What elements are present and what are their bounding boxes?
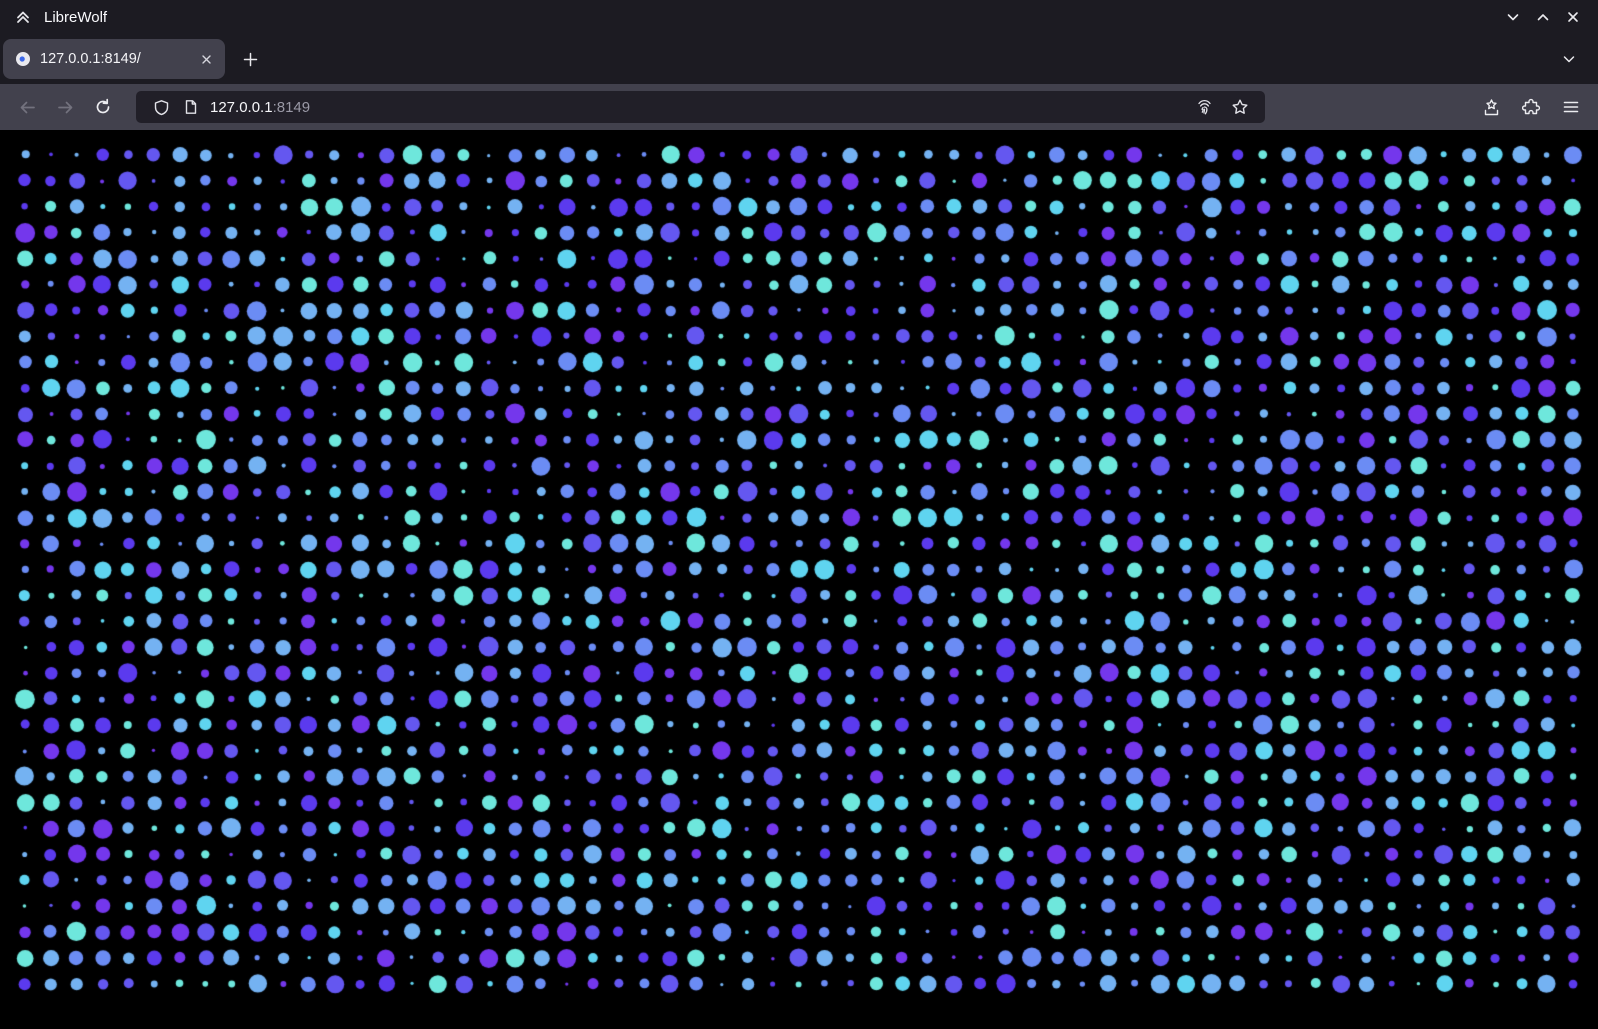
tab-title: 127.0.0.1:8149/: [40, 51, 186, 67]
page-content: [0, 130, 1598, 1029]
list-all-tabs-button[interactable]: [1552, 42, 1586, 76]
url-port: :8149: [273, 99, 311, 116]
browser-window: LibreWolf 127.0.0.1:8: [0, 0, 1598, 1029]
fingerprint-protection-icon[interactable]: [1189, 98, 1219, 117]
minimize-button[interactable]: [1498, 3, 1528, 31]
extensions-puzzle-icon[interactable]: [1514, 90, 1548, 124]
back-button[interactable]: [10, 90, 44, 124]
dot-pattern-canvas: [0, 130, 1598, 1029]
maximize-button[interactable]: [1528, 3, 1558, 31]
navigation-toolbar: 127.0.0.1:8149: [0, 84, 1598, 130]
hamburger-menu-icon[interactable]: [1554, 90, 1588, 124]
tracking-protection-shield-icon[interactable]: [146, 99, 176, 116]
page-identity-icon[interactable]: [176, 99, 206, 115]
new-tab-button[interactable]: [233, 42, 267, 76]
url-text[interactable]: 127.0.0.1:8149: [210, 99, 1189, 116]
import-bookmarks-icon[interactable]: [1474, 90, 1508, 124]
reload-button[interactable]: [86, 90, 120, 124]
url-host: 127.0.0.1: [210, 99, 273, 116]
double-chevron-up-icon[interactable]: [14, 8, 32, 26]
bookmark-star-icon[interactable]: [1225, 98, 1255, 116]
forward-button[interactable]: [48, 90, 82, 124]
active-tab[interactable]: 127.0.0.1:8149/: [3, 39, 225, 79]
window-title: LibreWolf: [44, 9, 107, 26]
tab-close-icon[interactable]: [195, 48, 217, 70]
tab-bar: 127.0.0.1:8149/: [0, 34, 1598, 84]
close-window-button[interactable]: [1558, 3, 1588, 31]
tab-favicon-icon: [15, 51, 31, 67]
url-bar[interactable]: 127.0.0.1:8149: [136, 91, 1265, 123]
title-bar: LibreWolf: [0, 0, 1598, 34]
